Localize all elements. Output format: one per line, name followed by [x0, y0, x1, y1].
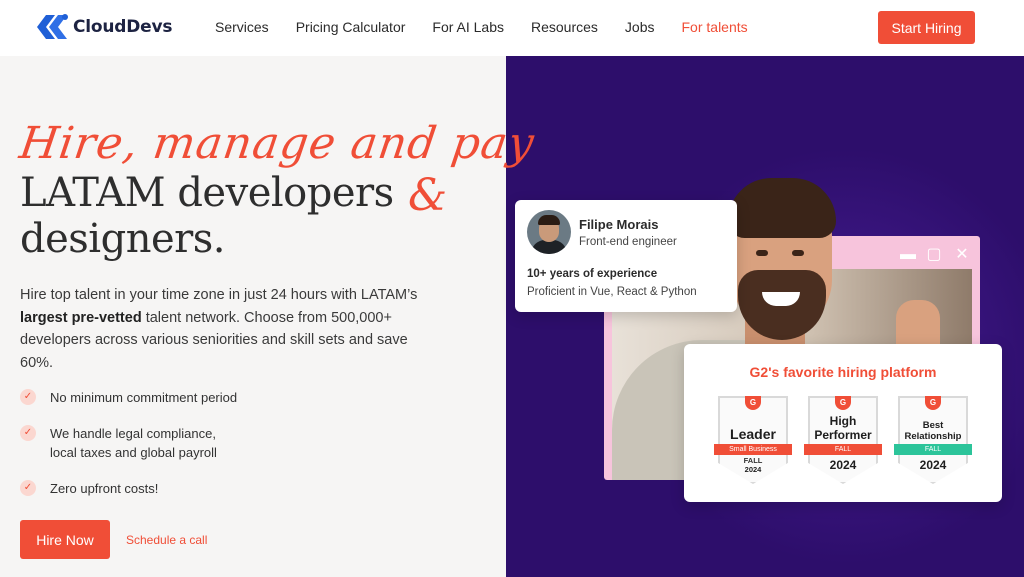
minimize-icon: ▬: [900, 246, 916, 263]
profile-role: Front-end engineer: [579, 236, 677, 248]
hero-description: Hire top talent in your time zone in jus…: [20, 284, 440, 374]
hero-heading-line1: LATAM developers: [20, 170, 394, 216]
checklist-text: No minimum commitment period: [50, 390, 238, 405]
badge-ribbon: Small Business: [714, 444, 792, 455]
profile-skills: Proficient in Vue, React & Python: [527, 286, 697, 298]
nav-for-ai-labs[interactable]: For AI Labs: [432, 19, 504, 35]
checklist-text-line2: local taxes and global payroll: [50, 445, 217, 460]
g2-awards-card: G2's favorite hiring platform G Leader S…: [684, 344, 1002, 502]
logo-text: CloudDevs: [73, 17, 173, 37]
developer-profile-card: Filipe Morais Front-end engineer 10+ yea…: [515, 200, 737, 312]
start-hiring-button[interactable]: Start Hiring: [878, 11, 975, 44]
avatar-body: [531, 240, 567, 254]
badge-title: Leader: [730, 426, 776, 442]
checklist-text: Zero upfront costs!: [50, 481, 159, 496]
badge-ribbon: FALL: [894, 444, 972, 455]
g2-badge-high-performer: G High Performer FALL 2024: [804, 396, 882, 484]
desc-text-1: Hire top talent in your time zone in jus…: [20, 287, 418, 303]
profile-experience: 10+ years of experience: [527, 268, 658, 280]
avatar: [527, 210, 571, 254]
person-eye-right: [792, 250, 804, 256]
badge-year: 2024: [744, 465, 762, 474]
nav-for-talents[interactable]: For talents: [682, 19, 748, 35]
maximize-icon: ▢: [926, 246, 942, 263]
checklist-item: ✓ No minimum commitment period: [20, 388, 237, 407]
logo[interactable]: CloudDevs: [35, 12, 172, 42]
check-icon: ✓: [20, 425, 36, 441]
profile-name: Filipe Morais: [579, 217, 659, 232]
checklist-item: ✓ Zero upfront costs!: [20, 479, 158, 498]
nav-services[interactable]: Services: [215, 19, 269, 35]
check-icon: ✓: [20, 389, 36, 405]
badge-title-line2: Relationship: [904, 431, 962, 442]
person-hair: [728, 178, 836, 238]
clouddevs-logo-icon: [37, 14, 68, 39]
person-eye-left: [756, 250, 768, 256]
badge-season: FALL: [743, 456, 763, 465]
top-nav-bar: CloudDevs Services Pricing Calculator Fo…: [0, 0, 1024, 56]
g2-badge-best-relationship: G Best Relationship FALL 2024: [894, 396, 972, 484]
hero-ampersand: &: [408, 170, 448, 221]
badge-year: 2024: [919, 458, 947, 472]
close-icon: ✕: [955, 246, 969, 263]
checklist-item: ✓ We handle legal compliance, local taxes…: [20, 424, 217, 462]
nav-pricing-calculator[interactable]: Pricing Calculator: [296, 19, 406, 35]
desc-bold-text: largest pre-vetted: [20, 309, 142, 326]
checklist-text-line1: We handle legal compliance,: [50, 426, 216, 441]
badge-title-line2: Performer: [814, 428, 872, 442]
g2-card-title: G2's favorite hiring platform: [749, 364, 937, 380]
avatar-hair: [538, 215, 560, 225]
nav-resources[interactable]: Resources: [531, 19, 598, 35]
check-icon: ✓: [20, 480, 36, 496]
g2-badge-leader: G Leader Small Business FALL 2024: [714, 396, 792, 484]
badge-title-line1: High: [829, 414, 857, 428]
hire-now-button[interactable]: Hire Now: [20, 520, 110, 559]
hero-heading-line2: designers.: [20, 216, 226, 262]
main-nav: Services Pricing Calculator For AI Labs …: [215, 19, 748, 35]
schedule-call-link[interactable]: Schedule a call: [126, 533, 207, 547]
badge-title-line1: Best: [922, 420, 944, 431]
badge-year: 2024: [829, 458, 857, 472]
hero-script-title: Hire, manage and pay: [16, 118, 538, 169]
checklist-text: We handle legal compliance, local taxes a…: [50, 424, 217, 462]
badge-ribbon: FALL: [804, 444, 882, 455]
nav-jobs[interactable]: Jobs: [625, 19, 655, 35]
